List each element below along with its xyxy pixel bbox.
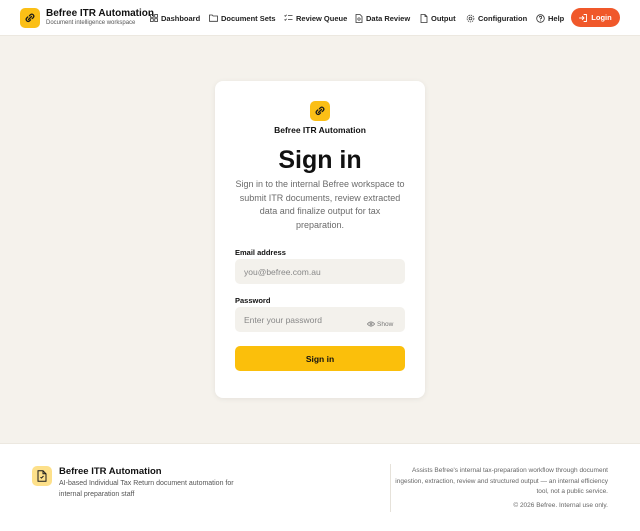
nav-output-label: Output — [431, 13, 456, 23]
checklist-icon — [284, 14, 293, 21]
nav-review-queue[interactable]: Review Queue — [284, 12, 347, 24]
footer-description: AI-based Individual Tax Return document … — [59, 480, 234, 498]
nav-data-review-label: Data Review — [366, 13, 411, 23]
login-icon — [579, 13, 588, 22]
login-label: Login — [591, 13, 612, 22]
grid-icon — [150, 14, 158, 22]
signin-card: Befree ITR Automation Sign in Sign in to… — [215, 81, 425, 398]
nav-document-sets-label: Document Sets — [221, 13, 276, 23]
nav-document-sets[interactable]: Document Sets — [209, 12, 276, 24]
nav-configuration-label: Configuration — [478, 13, 528, 23]
nav-help-label: Help — [548, 13, 565, 23]
nav-help[interactable]: Help — [536, 12, 564, 24]
brand-subtitle: Document intelligence workspace — [46, 20, 136, 26]
show-password-toggle[interactable]: Show — [367, 319, 393, 329]
signin-description: Sign in to the internal Befree workspace… — [235, 179, 405, 230]
top-navbar: Befree ITR Automation Document intellige… — [0, 0, 640, 36]
document-search-icon — [355, 13, 363, 23]
signin-button[interactable]: Sign in — [235, 346, 405, 371]
footer-note: Assists Befree's internal tax-preparatio… — [395, 467, 608, 495]
card-logo-icon — [310, 101, 330, 121]
nav-dashboard-label: Dashboard — [161, 13, 201, 23]
brand-title[interactable]: Befree ITR Automation — [46, 8, 154, 19]
login-button[interactable]: Login — [571, 8, 620, 27]
gear-icon — [466, 14, 475, 22]
nav-configuration[interactable]: Configuration — [466, 12, 527, 24]
password-label: Password — [235, 296, 271, 305]
show-password-label: Show — [377, 320, 394, 328]
nav-dashboard[interactable]: Dashboard — [150, 12, 200, 24]
footer-title: Befree ITR Automation — [59, 466, 162, 477]
brand-logo-icon[interactable] — [20, 8, 40, 28]
card-brand-name: Befree ITR Automation — [274, 125, 366, 135]
eye-icon — [367, 321, 375, 327]
footer-copyright: © 2026 Befree. Internal use only. — [513, 502, 608, 509]
nav-review-queue-label: Review Queue — [296, 13, 348, 23]
email-label: Email address — [235, 248, 286, 257]
help-circle-icon — [536, 13, 545, 23]
page-footer: Befree ITR Automation AI-based Individua… — [0, 443, 640, 531]
email-field[interactable] — [235, 259, 405, 284]
footer-document-icon — [32, 466, 52, 486]
nav-output[interactable]: Output — [420, 12, 456, 24]
file-icon — [420, 13, 428, 23]
page-title: Sign in — [278, 146, 362, 174]
nav-data-review[interactable]: Data Review — [355, 12, 410, 24]
folder-icon — [209, 14, 218, 22]
